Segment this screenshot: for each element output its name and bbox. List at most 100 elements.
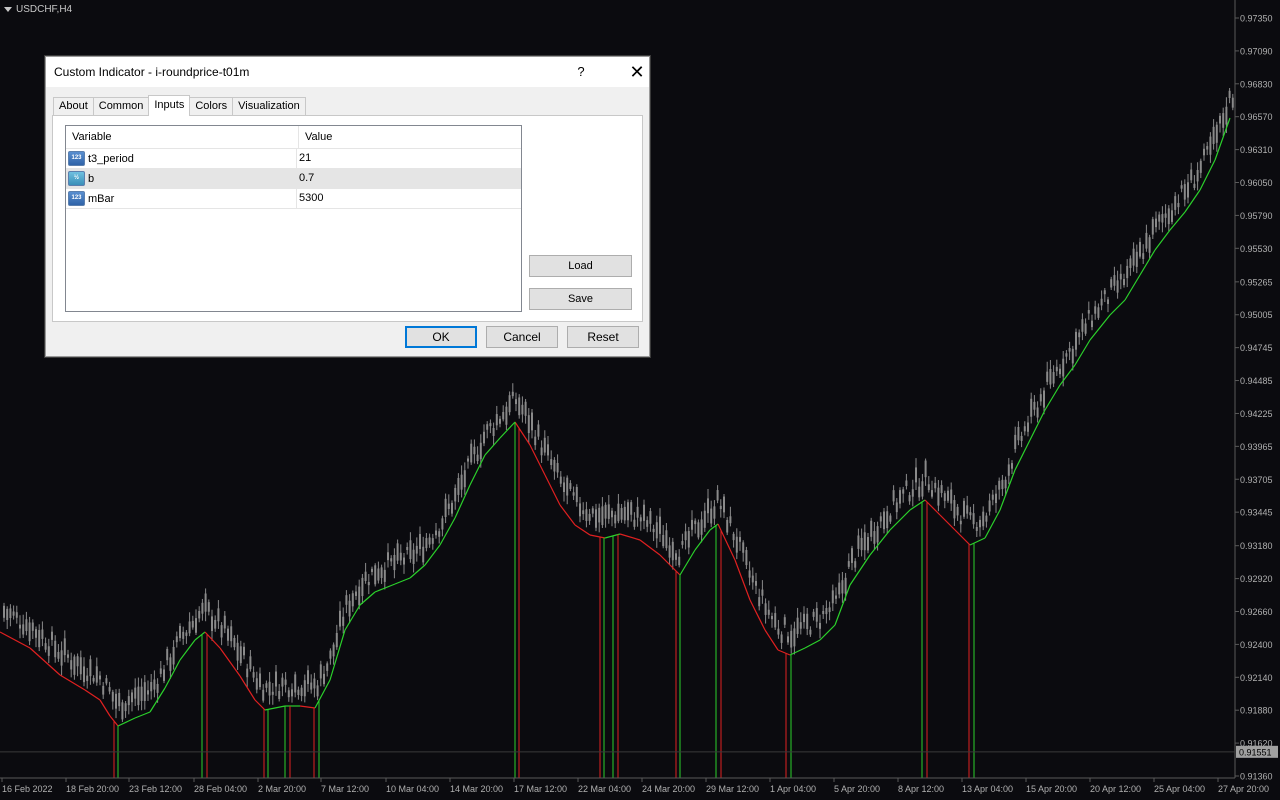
candle-body <box>361 577 364 597</box>
candle-body <box>67 654 69 658</box>
candle-body <box>428 537 431 545</box>
candle-body <box>454 487 457 502</box>
candle-body <box>1215 124 1218 143</box>
candle-body <box>931 490 933 497</box>
symbol-label[interactable]: USDCHF,H4 <box>4 4 72 15</box>
candle-body <box>409 540 412 560</box>
candle-body <box>326 663 329 671</box>
candle-body <box>1027 422 1029 432</box>
tab-about[interactable]: About <box>53 97 94 115</box>
candle-body <box>748 570 751 578</box>
candle-body <box>703 510 706 528</box>
candle-body <box>595 509 597 528</box>
price-tick-label: 0.91360 <box>1240 772 1273 782</box>
candle-body <box>476 454 479 462</box>
table-row[interactable]: 123 t3_period 21 <box>66 149 521 169</box>
candle-body <box>185 632 188 636</box>
value-cell[interactable]: 21 <box>297 149 311 168</box>
candle-body <box>252 672 255 678</box>
candle-body <box>777 628 780 635</box>
price-tick-label: 0.96310 <box>1240 145 1273 155</box>
candle-body <box>313 678 316 689</box>
close-icon[interactable]: ✕ <box>614 57 660 87</box>
candle-body <box>102 685 105 695</box>
tab-visualization[interactable]: Visualization <box>232 97 306 115</box>
t3-segment <box>954 529 971 546</box>
candle-body <box>111 691 114 702</box>
t3-segment <box>544 474 561 506</box>
candle-body <box>438 531 441 537</box>
candle-body <box>550 459 553 466</box>
candle-body <box>975 527 978 531</box>
save-button[interactable]: Save <box>529 288 632 310</box>
candle-body <box>348 600 351 617</box>
candle-body <box>601 506 604 526</box>
candle-body <box>918 486 921 498</box>
tab-inputs[interactable]: Inputs <box>148 95 191 116</box>
candle-body <box>783 617 786 625</box>
candle-body <box>905 480 908 486</box>
candle-body <box>1033 401 1036 410</box>
candle-body <box>278 690 281 699</box>
ok-button[interactable]: OK <box>405 326 477 348</box>
candle-body <box>1103 290 1106 295</box>
candle-body <box>1078 332 1081 338</box>
candle-body <box>239 646 242 664</box>
value-cell[interactable]: 5300 <box>297 189 323 208</box>
candle-body <box>54 640 57 658</box>
current-price-label: 0.91551 <box>1239 747 1272 757</box>
candle-body <box>694 520 697 525</box>
candle-body <box>643 504 645 521</box>
candle-body <box>687 531 690 548</box>
cancel-button[interactable]: Cancel <box>486 326 558 348</box>
candle-body <box>182 631 185 639</box>
candle-body <box>127 696 130 706</box>
candle-body <box>121 702 124 720</box>
load-button[interactable]: Load <box>529 255 632 277</box>
candle-body <box>342 616 345 626</box>
tab-common[interactable]: Common <box>92 97 150 115</box>
table-row[interactable]: ½ b 0.7 <box>66 169 521 189</box>
candle-body <box>156 683 159 693</box>
t3-segment <box>84 689 101 701</box>
candle-body <box>1091 320 1093 328</box>
column-header-value[interactable]: Value <box>299 126 332 148</box>
candle-body <box>892 490 895 502</box>
candle-body <box>1059 368 1061 375</box>
candle-body <box>1225 106 1228 125</box>
candle-body <box>806 613 809 629</box>
candle-body <box>1020 435 1023 441</box>
dropdown-triangle-icon[interactable] <box>4 7 12 12</box>
int-param-icon: 123 <box>68 151 85 166</box>
candle-body <box>579 503 581 517</box>
candle-body <box>649 511 652 524</box>
column-header-variable[interactable]: Variable <box>66 126 299 148</box>
candle-body <box>329 650 332 659</box>
candle-body <box>73 656 76 675</box>
value-cell[interactable]: 0.7 <box>297 169 314 188</box>
price-tick-label: 0.95005 <box>1240 310 1273 320</box>
candle-body <box>787 636 789 643</box>
reset-button[interactable]: Reset <box>567 326 639 348</box>
candle-body <box>1145 232 1148 249</box>
time-tick-label: 1 Apr 04:00 <box>770 784 816 794</box>
help-icon[interactable]: ? <box>574 64 588 79</box>
candle-body <box>873 531 876 544</box>
candle-body <box>953 500 956 519</box>
candle-body <box>22 624 25 635</box>
t3-segment <box>179 639 196 661</box>
candle-body <box>947 490 949 501</box>
candle-body <box>60 650 63 666</box>
candle-body <box>921 481 924 497</box>
candle-body <box>307 670 309 684</box>
candle-body <box>140 686 143 701</box>
candle-body <box>358 586 361 606</box>
t3-segment <box>1014 439 1031 471</box>
t3-segment <box>559 504 576 526</box>
table-row[interactable]: 123 mBar 5300 <box>66 189 521 209</box>
dialog-titlebar[interactable]: Custom Indicator - i-roundprice-t01m ? ✕ <box>46 57 649 87</box>
tab-colors[interactable]: Colors <box>189 97 234 115</box>
candle-body <box>508 395 511 413</box>
candle-body <box>796 617 799 634</box>
candle-body <box>563 482 565 493</box>
